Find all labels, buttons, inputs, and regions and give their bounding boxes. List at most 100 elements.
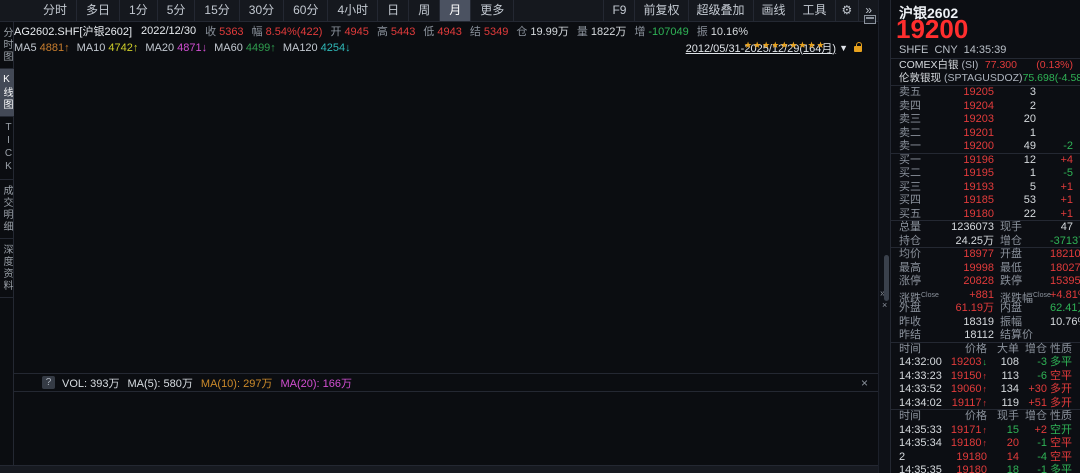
order-book-row[interactable]: 买四1918553+1 [891, 194, 1080, 208]
vertical-scrollbar-thumb[interactable] [884, 255, 889, 301]
order-book-price: 19200 [939, 140, 994, 154]
ma-item-0: MA54881↑ [14, 42, 70, 54]
period-tab-0[interactable]: 分时 [34, 0, 77, 21]
stat-value: 20828 [943, 275, 994, 289]
order-book-row[interactable]: 买五1918022+1 [891, 208, 1080, 222]
period-tab-9[interactable]: 周 [409, 0, 440, 21]
lock-icon[interactable] [854, 46, 862, 52]
close-strip-icon[interactable]: × [882, 300, 887, 310]
sidebar-tab-2[interactable]: TICK [0, 117, 14, 180]
sidebar-tab-1[interactable]: K线图 [0, 69, 14, 117]
order-book-row[interactable]: 买二191951-5 [891, 167, 1080, 181]
sidebar-tab-4[interactable]: 深度资料 [0, 239, 14, 298]
trade-volume: 14 [987, 451, 1019, 465]
quote-date: 2022/12/30 [141, 25, 196, 37]
trade-time: 14:33:23 [899, 370, 947, 384]
volume-header-segment-3: MA(20): 166万 [280, 375, 352, 391]
quote-fields: 收5363幅8.54%(422)开4945高5443低4943结5349仓19.… [205, 23, 756, 39]
period-tab-10[interactable]: 月 [440, 0, 471, 21]
period-tab-4[interactable]: 15分 [195, 0, 239, 21]
order-book-volume: 12 [994, 154, 1036, 168]
stat-label: 涨停 [899, 275, 943, 289]
stat-label: 持仓 [899, 235, 943, 249]
order-book-row[interactable]: 卖四192042 [891, 100, 1080, 114]
toolbar-button-0[interactable]: F9 [603, 0, 634, 21]
stat-value: 18319 [943, 316, 994, 330]
trade-nature: 多开 [1047, 383, 1072, 397]
trade-price: 19180 [951, 437, 982, 451]
quote-field-7: 量1822万 [577, 23, 626, 39]
order-book-row[interactable]: 卖三1920320 [891, 113, 1080, 127]
horizontal-scrollbar[interactable] [0, 465, 878, 473]
order-book-row[interactable]: 卖五192053 [891, 86, 1080, 100]
order-book-delta: +1 [1036, 208, 1073, 222]
trade-header-cell: 增仓 [1019, 410, 1047, 424]
trade-price: 19203 [951, 356, 982, 370]
quote-field-value: -107049 [648, 26, 688, 38]
gear-icon[interactable]: ⚙ [835, 0, 859, 21]
ma-item-2: MA204871↓ [145, 42, 207, 54]
order-book-delta [1036, 127, 1073, 141]
quote-field-label: 开 [330, 26, 341, 38]
trade-nature: 多平 [1047, 464, 1072, 473]
period-tab-3[interactable]: 5分 [158, 0, 196, 21]
order-book-level: 卖二 [899, 127, 939, 141]
volume-chart[interactable] [14, 392, 878, 465]
order-book-row[interactable]: 买三191935+1 [891, 181, 1080, 195]
trade-row: 14:35:3319171↑15+2空开 [891, 424, 1080, 438]
trade-volume: 108 [987, 356, 1019, 370]
order-book-row[interactable]: 卖二192011 [891, 127, 1080, 141]
trade-time: 14:35:34 [899, 437, 947, 451]
reference-code: (SI) [962, 59, 979, 73]
order-book-volume: 5 [994, 181, 1036, 195]
period-tab-11[interactable]: 更多 [471, 0, 514, 21]
toolbar-button-3[interactable]: 画线 [753, 0, 794, 21]
order-book-level: 买五 [899, 208, 939, 222]
toolbar-button-4[interactable]: 工具 [794, 0, 835, 21]
sidebar-tab-0[interactable]: 分时图 [0, 22, 14, 69]
stat-row: 持仓24.25万增仓-37137 [891, 235, 1080, 249]
stat-row: 昨结18112结算价 [891, 329, 1080, 343]
order-book-volume: 20 [994, 113, 1036, 127]
toolbar-button-1[interactable]: 前复权 [634, 0, 687, 21]
period-tab-5[interactable]: 30分 [240, 0, 284, 21]
ma-value: 4881↑ [40, 42, 70, 54]
quote-field-9: 振10.16% [697, 23, 748, 39]
stat-value: 1236073 [943, 221, 994, 235]
candlestick-chart-wrap [14, 55, 878, 373]
period-toolbar: 分时多日1分5分15分30分60分4小时日周月更多 F9前复权超级叠加画线工具⚙… [0, 0, 878, 22]
quote-field-label: 量 [577, 26, 588, 38]
stat-row: 昨收18319振幅10.76% [891, 316, 1080, 330]
period-tab-8[interactable]: 日 [378, 0, 409, 21]
stat-label: 开盘 [994, 248, 1050, 262]
trade-header-cell: 时间 [899, 343, 947, 357]
order-book-row[interactable]: 买一1919612+4 [891, 154, 1080, 168]
stat-label: 外盘 [899, 302, 943, 316]
trade-row: 14:35:3419180↑20-1空平 [891, 437, 1080, 451]
reference-change: (0.13%) [1017, 59, 1073, 73]
stat-value: 47 [1050, 221, 1073, 235]
contract-symbol: AG2602.SHF[沪银2602] [14, 23, 132, 39]
period-tab-1[interactable]: 多日 [77, 0, 120, 21]
volume-indicator-values: VOL: 393万MA(5): 580万MA(10): 297万MA(20): … [62, 375, 360, 391]
trade-delta: -6 [1019, 370, 1047, 384]
sidebar-tab-3[interactable]: 成交明细 [0, 180, 14, 239]
order-book-row[interactable]: 卖一1920049-2 [891, 140, 1080, 154]
trade-volume: 20 [987, 437, 1019, 451]
order-book-delta: -5 [1036, 167, 1073, 181]
chevron-down-icon[interactable]: ▼ [839, 43, 848, 53]
candlestick-chart[interactable] [14, 55, 878, 373]
period-tab-6[interactable]: 60分 [284, 0, 328, 21]
exchange-time-line: SHFE CNY 14:35:39 [891, 43, 1080, 59]
trade-price: 19117 [952, 397, 982, 411]
stat-row: 涨跌Close+881涨跌幅Close+4.81% [891, 289, 1080, 303]
help-icon[interactable]: ? [42, 376, 55, 389]
stat-row: 涨停20828跌停15395 [891, 275, 1080, 289]
stat-label: 昨收 [899, 316, 943, 330]
order-book-level: 买二 [899, 167, 939, 181]
period-tab-2[interactable]: 1分 [120, 0, 158, 21]
close-icon[interactable]: × [861, 376, 868, 390]
toolbar-button-2[interactable]: 超级叠加 [688, 0, 753, 21]
period-tab-7[interactable]: 4小时 [328, 0, 378, 21]
trade-price-cell: 19171↑ [947, 424, 987, 438]
